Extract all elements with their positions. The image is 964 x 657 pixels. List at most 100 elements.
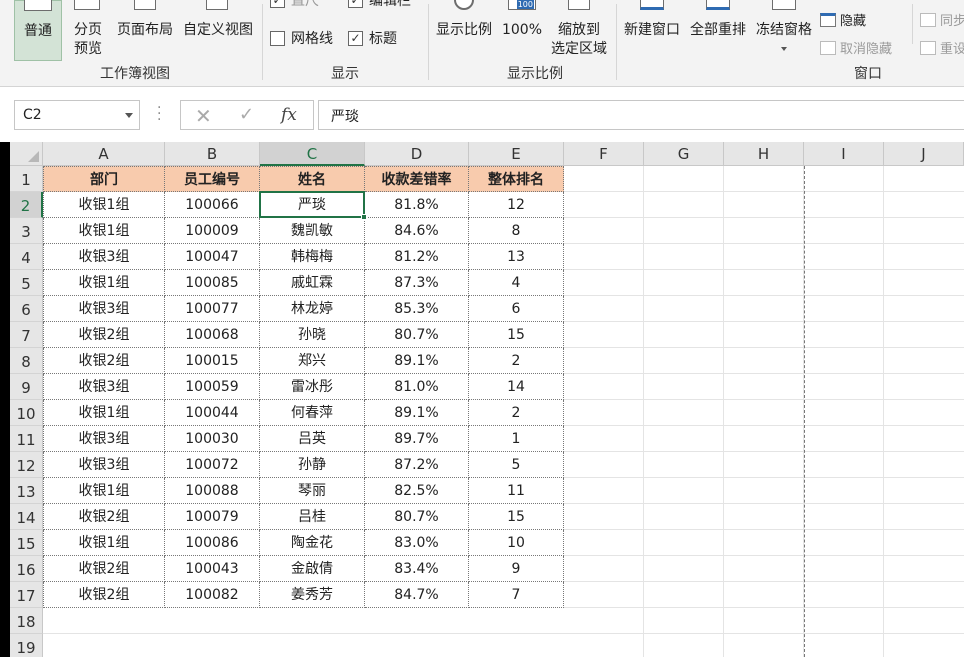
cell-c6[interactable]: 林龙婷 [260,296,365,322]
cell-a13[interactable]: 收银1组 [43,478,165,504]
row-header-12[interactable]: 12 [10,452,43,478]
freeze-panes-button[interactable]: 冻结窗格 [752,0,816,61]
cell-a10[interactable]: 收银1组 [43,400,165,426]
unhide-window-button[interactable]: 取消隐藏 [820,38,892,57]
cell-e15[interactable]: 10 [469,530,564,556]
cell-a5[interactable]: 收银1组 [43,270,165,296]
formula-input[interactable]: 严琰 [318,100,964,130]
cell-d4[interactable]: 81.2% [365,244,469,270]
arrange-all-button[interactable]: 全部重排 [686,0,750,61]
cell-a15[interactable]: 收银1组 [43,530,165,556]
cell-e8[interactable]: 2 [469,348,564,374]
cell-d13[interactable]: 82.5% [365,478,469,504]
view-side-by-side-button[interactable]: 同步 [920,10,964,29]
cell-e12[interactable]: 5 [469,452,564,478]
zoom-100-button[interactable]: 100 100% [500,0,544,61]
cell-c14[interactable]: 吕桂 [260,504,365,530]
cell-d2[interactable]: 81.8% [365,192,469,218]
row-header-19[interactable]: 19 [10,634,43,657]
ruler-checkbox[interactable]: ✓ 直尺 [270,0,319,10]
cell-b6[interactable]: 100077 [165,296,260,322]
row-header-11[interactable]: 11 [10,426,43,452]
column-header-j[interactable]: J [884,142,964,166]
cell-b2[interactable]: 100066 [165,192,260,218]
cell-e10[interactable]: 2 [469,400,564,426]
reset-window-position-button[interactable]: 重设 [920,38,964,57]
column-header-b[interactable]: B [165,142,260,166]
cell-d1[interactable]: 收款差错率 [365,166,469,192]
cell-c12[interactable]: 孙静 [260,452,365,478]
gridlines-checkbox[interactable]: 网格线 [270,28,333,48]
cell-b5[interactable]: 100085 [165,270,260,296]
cell-d3[interactable]: 84.6% [365,218,469,244]
cell-b4[interactable]: 100047 [165,244,260,270]
column-header-i[interactable]: I [804,142,884,166]
cell-a17[interactable]: 收银2组 [43,582,165,608]
cell-d5[interactable]: 87.3% [365,270,469,296]
cell-d7[interactable]: 80.7% [365,322,469,348]
row-header-6[interactable]: 6 [10,296,43,322]
enter-icon[interactable]: ✓ [239,104,254,125]
new-window-button[interactable]: 新建窗口 [620,0,684,61]
cell-c10[interactable]: 何春萍 [260,400,365,426]
cell-b3[interactable]: 100009 [165,218,260,244]
cell-d17[interactable]: 84.7% [365,582,469,608]
cell-a16[interactable]: 收银2组 [43,556,165,582]
cell-a9[interactable]: 收银3组 [43,374,165,400]
cell-b12[interactable]: 100072 [165,452,260,478]
column-header-c[interactable]: C [260,142,365,166]
row-header-9[interactable]: 9 [10,374,43,400]
cell-e13[interactable]: 11 [469,478,564,504]
zoom-to-selection-button[interactable]: 缩放到 选定区域 [546,0,612,61]
cell-e5[interactable]: 4 [469,270,564,296]
cell-e1[interactable]: 整体排名 [469,166,564,192]
cell-a8[interactable]: 收银2组 [43,348,165,374]
cancel-icon[interactable]: ✕ [195,104,212,128]
cell-b7[interactable]: 100068 [165,322,260,348]
row-header-7[interactable]: 7 [10,322,43,348]
cell-a14[interactable]: 收银2组 [43,504,165,530]
select-all-button[interactable] [10,142,43,166]
cell-e14[interactable]: 15 [469,504,564,530]
cell-e2[interactable]: 12 [469,192,564,218]
cell-c17[interactable]: 姜秀芳 [260,582,365,608]
cell-b8[interactable]: 100015 [165,348,260,374]
cell-c1[interactable]: 姓名 [260,166,365,192]
cell-b9[interactable]: 100059 [165,374,260,400]
page-layout-button[interactable]: 页面布局 [114,0,176,61]
cell-c4[interactable]: 韩梅梅 [260,244,365,270]
row-header-2[interactable]: 2 [10,192,43,218]
row-header-13[interactable]: 13 [10,478,43,504]
cell-d10[interactable]: 89.1% [365,400,469,426]
cell-d9[interactable]: 81.0% [365,374,469,400]
row-header-14[interactable]: 14 [10,504,43,530]
cell-d12[interactable]: 87.2% [365,452,469,478]
cell-e6[interactable]: 6 [469,296,564,322]
cell-b10[interactable]: 100044 [165,400,260,426]
cell-a12[interactable]: 收银3组 [43,452,165,478]
row-header-18[interactable]: 18 [10,608,43,634]
cell-c8[interactable]: 郑兴 [260,348,365,374]
column-header-a[interactable]: A [43,142,165,166]
cell-d15[interactable]: 83.0% [365,530,469,556]
cell-a1[interactable]: 部门 [43,166,165,192]
cell-e4[interactable]: 13 [469,244,564,270]
column-header-f[interactable]: F [564,142,644,166]
row-header-17[interactable]: 17 [10,582,43,608]
cell-a2[interactable]: 收银1组 [43,192,165,218]
zoom-button[interactable]: 显示比例 [432,0,496,61]
column-header-g[interactable]: G [644,142,724,166]
normal-view-button[interactable]: 普通 [14,0,62,61]
cell-c13[interactable]: 琴丽 [260,478,365,504]
cell-e3[interactable]: 8 [469,218,564,244]
cell-c3[interactable]: 魏凯敏 [260,218,365,244]
cell-a3[interactable]: 收银1组 [43,218,165,244]
cell-c16[interactable]: 金啟倩 [260,556,365,582]
cell-b11[interactable]: 100030 [165,426,260,452]
row-header-8[interactable]: 8 [10,348,43,374]
cell-e17[interactable]: 7 [469,582,564,608]
row-header-16[interactable]: 16 [10,556,43,582]
cell-a11[interactable]: 收银3组 [43,426,165,452]
cell-c5[interactable]: 戚虹霖 [260,270,365,296]
cell-a7[interactable]: 收银2组 [43,322,165,348]
